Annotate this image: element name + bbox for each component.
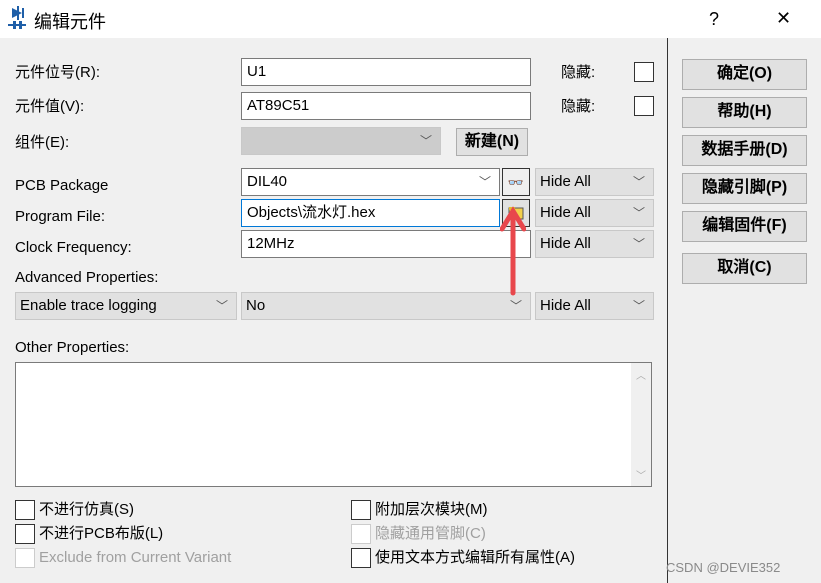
annotation-arrow [500, 206, 526, 296]
ref-input[interactable]: U1 [241, 58, 531, 86]
hide-common-pins-label: 隐藏通用管脚(C) [375, 525, 486, 542]
chevron-down-icon: ﹀ [632, 175, 645, 189]
new-button[interactable]: 新建(N) [456, 128, 528, 156]
scroll-up-icon[interactable]: ︿ [636, 367, 646, 382]
browse-package-button[interactable]: 👓 [502, 168, 530, 196]
chevron-down-icon: ﹀ [215, 299, 228, 313]
program-label: Program File: [15, 208, 106, 225]
chevron-down-icon: ﹀ [478, 175, 491, 189]
visibility-value: Hide All [540, 173, 591, 190]
program-file-input[interactable]: Objects\流水灯.hex [241, 199, 500, 227]
scrollbar[interactable]: ︿ ﹀ [631, 363, 651, 486]
ref-hidden-checkbox[interactable] [634, 62, 654, 82]
chevron-down-icon: ﹀ [632, 206, 645, 220]
edit-firmware-button[interactable]: 编辑固件(F) [682, 211, 807, 242]
value-input[interactable]: AT89C51 [241, 92, 531, 120]
advanced-property-select[interactable]: Enable trace logging ﹀ [15, 292, 237, 320]
value-hidden-label: 隐藏: [561, 98, 596, 115]
exclude-variant-label: Exclude from Current Variant [39, 549, 232, 566]
help-icon[interactable]: ? [709, 9, 719, 30]
no-sim-checkbox[interactable] [15, 500, 35, 520]
edit-text-checkbox[interactable] [351, 548, 371, 568]
ref-hidden-label: 隐藏: [561, 64, 596, 81]
advanced-label: Advanced Properties: [15, 269, 159, 286]
ok-button[interactable]: 确定(O) [682, 59, 807, 90]
ref-label: 元件位号(R): [15, 64, 100, 81]
advanced-visibility-select[interactable]: Hide All ﹀ [535, 292, 654, 320]
attach-module-label: 附加层次模块(M) [375, 501, 488, 518]
pcb-label: PCB Package [15, 177, 109, 194]
datasheet-button[interactable]: 数据手册(D) [682, 135, 807, 166]
binoculars-icon: 👓 [507, 175, 525, 190]
chevron-down-icon: ﹀ [632, 237, 645, 251]
clock-label: Clock Frequency: [15, 239, 132, 256]
close-icon[interactable]: ✕ [776, 8, 791, 29]
window-title: 编辑元件 [34, 12, 106, 32]
visibility-value: Hide All [540, 235, 591, 252]
group-label: 组件(E): [15, 134, 70, 151]
clock-input[interactable]: 12MHz [241, 230, 531, 258]
watermark: CSDN @DEVIE352 [666, 560, 781, 575]
other-properties-label: Other Properties: [15, 339, 130, 356]
advanced-property-value: Enable trace logging [20, 297, 157, 314]
pcb-value: DIL40 [247, 173, 288, 190]
cancel-button[interactable]: 取消(C) [682, 253, 807, 284]
hide-pins-button[interactable]: 隐藏引脚(P) [682, 173, 807, 204]
value-label: 元件值(V): [15, 98, 85, 115]
separator [667, 38, 668, 583]
pcb-select[interactable]: DIL40 ﹀ [241, 168, 500, 196]
attach-module-checkbox[interactable] [351, 500, 371, 520]
program-visibility-select[interactable]: Hide All ﹀ [535, 199, 654, 227]
no-pcb-checkbox[interactable] [15, 524, 35, 544]
component-icon [8, 6, 26, 29]
clock-visibility-select[interactable]: Hide All ﹀ [535, 230, 654, 258]
value-hidden-checkbox[interactable] [634, 96, 654, 116]
other-properties-textarea[interactable]: ︿ ﹀ [15, 362, 652, 487]
chevron-down-icon: ﹀ [632, 299, 645, 313]
visibility-value: Hide All [540, 297, 591, 314]
edit-text-label: 使用文本方式编辑所有属性(A) [375, 549, 575, 566]
no-sim-label: 不进行仿真(S) [39, 501, 134, 518]
help-button[interactable]: 帮助(H) [682, 97, 807, 128]
advanced-value: No [246, 297, 266, 314]
chevron-down-icon: ﹀ [509, 299, 522, 313]
pcb-visibility-select[interactable]: Hide All ﹀ [535, 168, 654, 196]
title-bar: 编辑元件 ? ✕ [0, 0, 821, 38]
group-select: ﹀ [241, 127, 441, 155]
hide-common-pins-checkbox [351, 524, 371, 544]
visibility-value: Hide All [540, 204, 591, 221]
scroll-down-icon[interactable]: ﹀ [636, 467, 646, 482]
no-pcb-label: 不进行PCB布版(L) [39, 525, 164, 542]
chevron-down-icon: ﹀ [419, 134, 432, 148]
advanced-value-select[interactable]: No ﹀ [241, 292, 531, 320]
exclude-variant-checkbox [15, 548, 35, 568]
